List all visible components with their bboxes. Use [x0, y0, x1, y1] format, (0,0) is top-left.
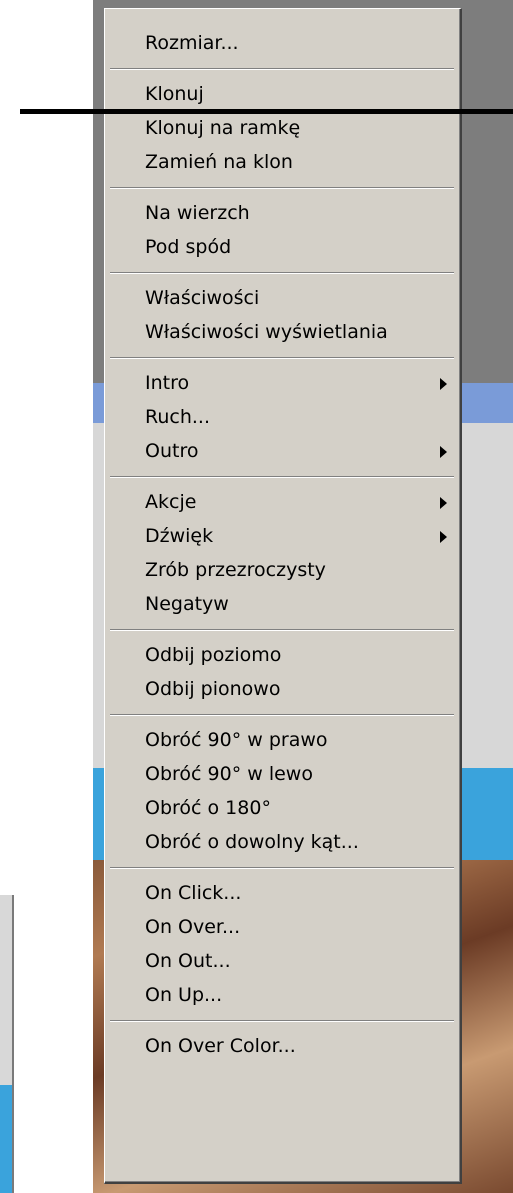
menu-item-label: Rozmiar... [145, 32, 239, 54]
menu-item-label: Odbij pionowo [145, 678, 281, 700]
submenu-arrow-icon [440, 446, 447, 458]
drawn-line [20, 109, 513, 114]
menu-item-label: Outro [145, 440, 199, 462]
menu-item-label: Negatyw [145, 593, 229, 615]
menu-item-label: Zamień na klon [145, 151, 293, 173]
menu-item[interactable]: Ruch... [105, 400, 459, 434]
menu-separator [110, 476, 454, 478]
menu-item-label: Obróć 90° w prawo [145, 729, 328, 751]
left-window-edge-blue [0, 1085, 14, 1193]
menu-item-label: On Up... [145, 984, 223, 1006]
menu-item-label: Ruch... [145, 406, 210, 428]
menu-item-label: Intro [145, 372, 190, 394]
menu-item-label: Obróć o dowolny kąt... [145, 831, 359, 853]
menu-item[interactable]: Obróć 90° w lewo [105, 757, 459, 791]
menu-item[interactable]: Dźwięk [105, 519, 459, 553]
submenu-arrow-icon [440, 497, 447, 509]
menu-item[interactable]: On Up... [105, 978, 459, 1012]
menu-item-label: Właściwości wyświetlania [145, 321, 388, 343]
menu-item[interactable]: Właściwości wyświetlania [105, 315, 459, 349]
menu-item-label: On Over... [145, 916, 241, 938]
menu-item-label: On Out... [145, 950, 231, 972]
menu-item-label: Zrób przezroczysty [145, 559, 326, 581]
menu-item[interactable]: Negatyw [105, 587, 459, 621]
menu-separator [110, 357, 454, 359]
menu-item[interactable]: Klonuj [105, 77, 459, 111]
menu-item[interactable]: Obróć o 180° [105, 791, 459, 825]
menu-item[interactable]: Rozmiar... [105, 26, 459, 60]
menu-item-label: Dźwięk [145, 525, 214, 547]
menu-item-label: Właściwości [145, 287, 260, 309]
menu-item-label: Akcje [145, 491, 197, 513]
menu-separator [110, 68, 454, 70]
menu-item[interactable]: Na wierzch [105, 196, 459, 230]
menu-item[interactable]: Zamień na klon [105, 145, 459, 179]
submenu-arrow-icon [440, 531, 447, 543]
context-menu: Rozmiar... Klonuj Klonuj na ramkę Zamień na… [104, 8, 462, 1184]
menu-item[interactable]: Zrób przezroczysty [105, 553, 459, 587]
menu-item-label: Na wierzch [145, 202, 250, 224]
menu-item-label: On Over Color... [145, 1035, 296, 1057]
menu-item[interactable]: Odbij pionowo [105, 672, 459, 706]
menu-item[interactable]: Akcje [105, 485, 459, 519]
menu-item[interactable]: Obróć 90° w prawo [105, 723, 459, 757]
menu-separator [110, 867, 454, 869]
menu-item-label: On Click... [145, 882, 242, 904]
menu-item-label: Klonuj [145, 83, 204, 105]
menu-separator [110, 714, 454, 716]
menu-item[interactable]: Odbij poziomo [105, 638, 459, 672]
submenu-arrow-icon [440, 378, 447, 390]
menu-item[interactable]: On Click... [105, 876, 459, 910]
menu-item-label: Obróć o 180° [145, 797, 271, 819]
menu-item[interactable]: Intro [105, 366, 459, 400]
menu-item[interactable]: Klonuj na ramkę [105, 111, 459, 145]
menu-item[interactable]: On Out... [105, 944, 459, 978]
menu-item[interactable]: Obróć o dowolny kąt... [105, 825, 459, 859]
menu-item-label: Pod spód [145, 236, 232, 258]
menu-separator [110, 629, 454, 631]
menu-item-label: Odbij poziomo [145, 644, 282, 666]
menu-separator [110, 272, 454, 274]
menu-separator [110, 1020, 454, 1022]
menu-item[interactable]: On Over Color... [105, 1029, 459, 1063]
menu-item-label: Obróć 90° w lewo [145, 763, 313, 785]
menu-item[interactable]: Właściwości [105, 281, 459, 315]
menu-item[interactable]: On Over... [105, 910, 459, 944]
menu-separator [110, 187, 454, 189]
menu-item[interactable]: Pod spód [105, 230, 459, 264]
menu-item[interactable]: Outro [105, 434, 459, 468]
menu-item-label: Klonuj na ramkę [145, 117, 301, 139]
